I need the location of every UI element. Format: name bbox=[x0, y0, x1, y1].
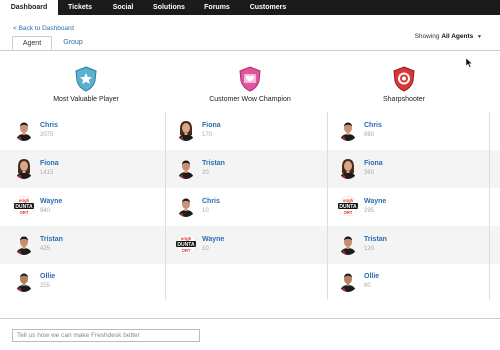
tab-dashboard[interactable]: Dashboard bbox=[0, 0, 58, 15]
avatar[interactable] bbox=[338, 119, 358, 141]
chevron-down-icon: ▼ bbox=[477, 34, 482, 40]
agent-name-link[interactable]: Wayne bbox=[40, 198, 62, 205]
agent-name-link[interactable]: Ollie bbox=[40, 273, 55, 280]
agent-score: 80 bbox=[364, 283, 371, 289]
column-divider bbox=[489, 112, 490, 300]
avatar[interactable] bbox=[176, 157, 196, 179]
avatar[interactable] bbox=[338, 233, 358, 255]
avatar[interactable]: origh DUNTA ORT bbox=[338, 195, 358, 217]
avatar[interactable] bbox=[14, 233, 34, 255]
showing-value: All Agents bbox=[441, 33, 474, 40]
leaderboard-entry: origh DUNTA ORT Wayne 295 bbox=[338, 193, 478, 223]
leaderboard-entry: Fiona 1415 bbox=[14, 155, 154, 185]
column-divider bbox=[165, 112, 166, 300]
badge-column-header: Sharpshooter bbox=[324, 66, 484, 103]
agent-score: 860 bbox=[364, 132, 375, 138]
badge-column-header: Customer Wow Champion bbox=[170, 66, 330, 103]
badge-title: Sharpshooter bbox=[382, 96, 426, 103]
tab-tickets[interactable]: Tickets bbox=[58, 0, 102, 15]
feedback-input[interactable] bbox=[12, 329, 200, 342]
leaderboard-entry: origh DUNTA ORT Wayne 10 bbox=[176, 231, 316, 261]
leaderboard-entry: Fiona 360 bbox=[338, 155, 478, 185]
leaderboard-entry: Fiona 170 bbox=[176, 117, 316, 147]
avatar[interactable] bbox=[14, 270, 34, 292]
footer-divider bbox=[0, 318, 500, 319]
svg-text:ORT: ORT bbox=[344, 210, 353, 215]
leaderboard-entry: Tristan 120 bbox=[338, 231, 478, 261]
agent-score: 1415 bbox=[40, 170, 54, 176]
back-to-dashboard-link[interactable]: < Back to Dashboard bbox=[13, 25, 74, 32]
avatar[interactable] bbox=[338, 270, 358, 292]
agent-score: 2075 bbox=[40, 132, 54, 138]
showing-label: Showing bbox=[414, 33, 440, 40]
top-navigation: Dashboard Tickets Social Solutions Forum… bbox=[0, 0, 500, 15]
agent-name-link[interactable]: Tristan bbox=[40, 236, 63, 243]
agent-score: 425 bbox=[40, 246, 51, 252]
tab-customers[interactable]: Customers bbox=[240, 0, 296, 15]
badge-column-header: Most Valuable Player bbox=[6, 66, 166, 103]
agent-score: 10 bbox=[202, 246, 209, 252]
agent-score: 120 bbox=[364, 246, 375, 252]
leaderboard-entry: Chris 860 bbox=[338, 117, 478, 147]
avatar[interactable]: origh DUNTA ORT bbox=[14, 195, 34, 217]
agent-score: 940 bbox=[40, 208, 51, 214]
leaderboard-entry: origh DUNTA ORT Wayne 940 bbox=[14, 193, 154, 223]
agent-name-link[interactable]: Chris bbox=[202, 198, 220, 205]
tab-social[interactable]: Social bbox=[102, 0, 144, 15]
agent-score: 10 bbox=[202, 208, 209, 214]
agent-filter-dropdown[interactable]: Showing All Agents ▼ bbox=[415, 33, 482, 40]
tab-forums[interactable]: Forums bbox=[194, 0, 240, 15]
agent-name-link[interactable]: Fiona bbox=[202, 122, 221, 129]
badge-title: Most Valuable Player bbox=[53, 96, 119, 103]
agent-name-link[interactable]: Tristan bbox=[202, 160, 225, 167]
agent-score: 360 bbox=[364, 170, 375, 176]
badge-title: Customer Wow Champion bbox=[209, 96, 291, 103]
agent-score: 20 bbox=[202, 170, 209, 176]
svg-text:origh: origh bbox=[181, 236, 192, 241]
leaderboard-entry: Tristan 20 bbox=[176, 155, 316, 185]
subtab-divider bbox=[0, 50, 500, 51]
svg-text:ORT: ORT bbox=[182, 248, 191, 253]
avatar[interactable] bbox=[176, 119, 196, 141]
star-shield-icon bbox=[75, 66, 97, 92]
target-shield-icon bbox=[393, 66, 415, 92]
avatar[interactable] bbox=[338, 157, 358, 179]
column-divider bbox=[327, 112, 328, 300]
svg-text:origh: origh bbox=[19, 198, 30, 203]
leaderboard-entry: Tristan 425 bbox=[14, 231, 154, 261]
subtab-group[interactable]: Group bbox=[54, 36, 92, 50]
avatar[interactable] bbox=[14, 157, 34, 179]
leaderboard-entry: Chris 10 bbox=[176, 193, 316, 223]
agent-name-link[interactable]: Wayne bbox=[202, 236, 224, 243]
agent-score: 295 bbox=[364, 208, 375, 214]
agent-name-link[interactable]: Chris bbox=[364, 122, 382, 129]
agent-name-link[interactable]: Tristan bbox=[364, 236, 387, 243]
avatar[interactable] bbox=[176, 195, 196, 217]
svg-text:origh: origh bbox=[343, 198, 354, 203]
subtab-agent[interactable]: Agent bbox=[12, 36, 52, 50]
agent-name-link[interactable]: Chris bbox=[40, 122, 58, 129]
leaderboard-entry: Ollie 255 bbox=[14, 268, 154, 298]
avatar[interactable]: origh DUNTA ORT bbox=[176, 233, 196, 255]
leaderboard-entry: Ollie 80 bbox=[338, 268, 478, 298]
agent-name-link[interactable]: Ollie bbox=[364, 273, 379, 280]
avatar[interactable] bbox=[14, 119, 34, 141]
svg-text:ORT: ORT bbox=[20, 210, 29, 215]
agent-name-link[interactable]: Wayne bbox=[364, 198, 386, 205]
agent-name-link[interactable]: Fiona bbox=[364, 160, 383, 167]
heart-shield-icon bbox=[239, 66, 261, 92]
agent-score: 255 bbox=[40, 283, 51, 289]
leaderboard-entry: Chris 2075 bbox=[14, 117, 154, 147]
agent-name-link[interactable]: Fiona bbox=[40, 160, 59, 167]
tab-solutions[interactable]: Solutions bbox=[144, 0, 194, 15]
agent-score: 170 bbox=[202, 132, 213, 138]
